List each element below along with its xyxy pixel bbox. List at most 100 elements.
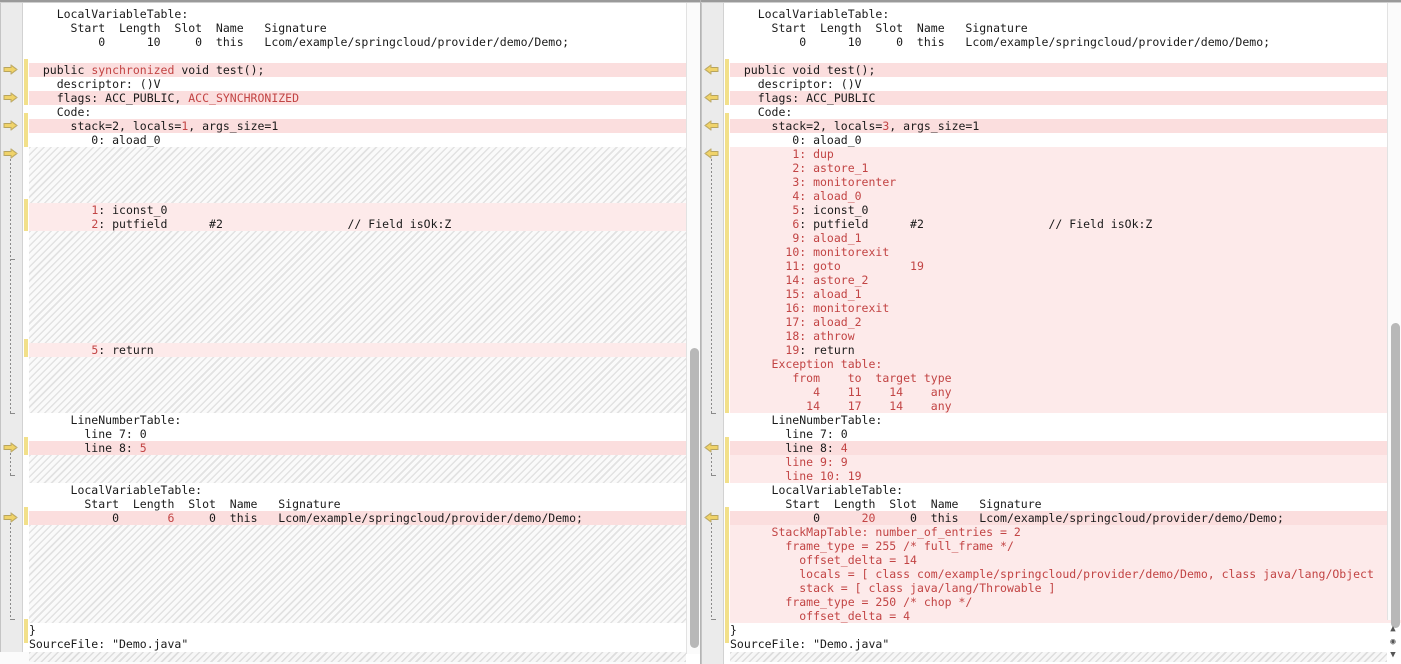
code-line[interactable]: stack = [ class java/lang/Throwable ] [730, 581, 1055, 595]
code-line[interactable]: 11: goto 19 [730, 259, 923, 273]
left-scrollbar-thumb[interactable] [690, 348, 699, 648]
change-marker[interactable] [24, 437, 28, 455]
code-line[interactable]: Start Length Slot Name Signature [730, 497, 1041, 511]
code-line[interactable]: 2: putfield #2 // Field isOk:Z [29, 217, 451, 231]
code-line[interactable]: 0 20 0 this Lcom/example/springcloud/pro… [730, 511, 1284, 525]
code-line[interactable]: LineNumberTable: [730, 413, 883, 427]
code-line[interactable]: 0: aload_0 [730, 133, 861, 147]
code-line[interactable]: 0 10 0 this Lcom/example/springcloud/pro… [730, 35, 1270, 49]
code-line[interactable]: stack=2, locals=3, args_size=1 [730, 119, 980, 133]
code-line[interactable]: 1: iconst_0 [29, 203, 167, 217]
arrow-right-accept-icon[interactable] [3, 512, 18, 523]
scroll-down-icon[interactable]: ▼ [1386, 648, 1400, 661]
arrow-left-accept-icon[interactable] [704, 64, 719, 75]
arrow-left-accept-icon[interactable] [704, 148, 719, 159]
code-line[interactable]: 17: aload_2 [730, 315, 861, 329]
code-line[interactable]: 15: aload_1 [730, 287, 861, 301]
code-line[interactable]: 0 10 0 this Lcom/example/springcloud/pro… [29, 35, 569, 49]
change-marker[interactable] [725, 437, 729, 483]
change-marker[interactable] [24, 199, 28, 231]
code-line[interactable]: 14 17 14 any [730, 399, 951, 413]
arrow-right-accept-icon[interactable] [3, 442, 18, 453]
arrow-right-accept-icon[interactable] [3, 92, 18, 103]
code-line[interactable]: 4 11 14 any [730, 385, 951, 399]
scroll-settings-icon[interactable]: ◉ [1386, 635, 1400, 648]
code-line[interactable]: SourceFile: "Demo.java" [29, 637, 188, 651]
arrow-left-accept-icon[interactable] [704, 512, 719, 523]
code-line[interactable]: line 8: 4 [730, 441, 847, 455]
code-line[interactable]: 1: dup [730, 147, 834, 161]
code-line[interactable]: 18: athrow [730, 329, 854, 343]
code-line[interactable]: 9: aload_1 [730, 231, 861, 245]
code-line[interactable]: line 9: 9 [730, 455, 847, 469]
code-line[interactable]: offset_delta = 4 [730, 609, 910, 623]
code-line[interactable]: flags: ACC_PUBLIC, ACC_SYNCHRONIZED [29, 91, 299, 105]
change-marker[interactable] [24, 339, 28, 357]
code-line[interactable]: LocalVariableTable: [730, 7, 890, 21]
code-line[interactable]: Start Length Slot Name Signature [730, 21, 1028, 35]
code-line[interactable]: StackMapTable: number_of_entries = 2 [730, 525, 1021, 539]
code-line[interactable]: public void test(); [730, 63, 876, 77]
change-marker[interactable] [24, 113, 28, 147]
right-code-text[interactable]: LocalVariableTable: Start Length Slot Na… [730, 3, 1401, 664]
code-line[interactable]: Start Length Slot Name Signature [29, 21, 327, 35]
code-line[interactable]: 10: monitorexit [730, 245, 889, 259]
left-diff-pane[interactable]: LocalVariableTable: Start Length Slot Na… [0, 3, 700, 664]
code-line[interactable]: 19: return [730, 343, 854, 357]
code-line[interactable]: 14: astore_2 [730, 273, 868, 287]
change-marker[interactable] [24, 507, 28, 525]
code-line[interactable]: 5: return [29, 343, 153, 357]
left-vertical-scrollbar[interactable] [686, 3, 701, 654]
code-line[interactable]: locals = [ class com/example/springcloud… [730, 567, 1374, 581]
right-gutter[interactable] [701, 3, 724, 664]
code-line[interactable]: LocalVariableTable: [29, 483, 203, 497]
code-line[interactable]: descriptor: ()V [730, 77, 862, 91]
code-line[interactable]: descriptor: ()V [29, 77, 161, 91]
code-line[interactable]: public synchronized void test(); [29, 63, 265, 77]
right-vertical-scrollbar[interactable] [1387, 3, 1401, 628]
code-line[interactable]: 16: monitorexit [730, 301, 889, 315]
code-line[interactable]: } [29, 623, 36, 637]
code-line[interactable]: 0 6 0 this Lcom/example/springcloud/prov… [29, 511, 583, 525]
code-line[interactable]: offset_delta = 14 [730, 553, 917, 567]
left-code-text[interactable]: LocalVariableTable: Start Length Slot Na… [29, 3, 700, 664]
code-line[interactable]: Code: [29, 105, 92, 119]
code-line[interactable]: frame_type = 255 /* full_frame */ [730, 539, 1013, 553]
arrow-right-accept-icon[interactable] [3, 148, 18, 159]
code-line[interactable]: LocalVariableTable: [29, 7, 189, 21]
code-line[interactable]: from to target type [730, 371, 951, 385]
change-marker[interactable] [725, 619, 729, 643]
arrow-left-accept-icon[interactable] [704, 442, 719, 453]
scroll-up-icon[interactable]: ▲ [1386, 622, 1400, 635]
arrow-left-accept-icon[interactable] [704, 120, 719, 131]
code-line[interactable]: line 10: 19 [730, 469, 861, 483]
change-marker[interactable] [725, 507, 729, 623]
arrow-left-accept-icon[interactable] [704, 92, 719, 103]
arrow-right-accept-icon[interactable] [3, 120, 18, 131]
code-line[interactable]: line 7: 0 [730, 427, 847, 441]
code-line[interactable]: frame_type = 250 /* chop */ [730, 595, 972, 609]
change-marker[interactable] [725, 59, 729, 105]
arrow-right-accept-icon[interactable] [3, 64, 18, 75]
code-line[interactable]: Start Length Slot Name Signature [29, 497, 340, 511]
code-line[interactable]: LineNumberTable: [29, 413, 182, 427]
code-line[interactable]: 6: putfield #2 // Field isOk:Z [730, 217, 1152, 231]
right-diff-pane[interactable]: LocalVariableTable: Start Length Slot Na… [701, 3, 1401, 664]
code-line[interactable]: SourceFile: "Demo.java" [730, 637, 889, 651]
change-marker[interactable] [24, 619, 28, 643]
change-marker[interactable] [725, 141, 729, 413]
code-line[interactable]: line 7: 0 [29, 427, 146, 441]
code-line[interactable]: flags: ACC_PUBLIC [730, 91, 876, 105]
code-line[interactable]: stack=2, locals=1, args_size=1 [29, 119, 279, 133]
code-line[interactable]: Code: [730, 105, 793, 119]
change-marker[interactable] [24, 59, 28, 105]
code-line[interactable]: Exception table: [730, 357, 883, 371]
code-line[interactable]: line 8: 5 [29, 441, 146, 455]
code-line[interactable]: 3: monitorenter [730, 175, 896, 189]
code-line[interactable]: 0: aload_0 [29, 133, 160, 147]
code-line[interactable]: 5: iconst_0 [730, 203, 868, 217]
code-line[interactable]: 2: astore_1 [730, 161, 868, 175]
scrollbar-corner-icons[interactable]: ▲ ◉ ▼ [1386, 622, 1400, 661]
left-gutter[interactable] [0, 3, 23, 664]
code-line[interactable]: 4: aload_0 [730, 189, 861, 203]
